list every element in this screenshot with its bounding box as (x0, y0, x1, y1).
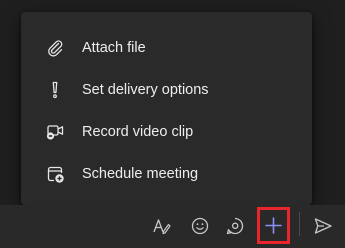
emoji-icon (191, 217, 209, 235)
emoji-button[interactable] (189, 215, 211, 237)
menu-item-label: Schedule meeting (82, 166, 199, 182)
video-clip-icon (46, 125, 64, 140)
loop-icon (226, 217, 244, 235)
send-button[interactable] (312, 215, 334, 237)
send-icon (314, 218, 332, 234)
messaging-actions-button[interactable] (257, 207, 290, 244)
format-button[interactable] (150, 215, 172, 237)
menu-item-label: Set delivery options (82, 82, 209, 98)
menu-item-schedule-meeting[interactable]: Schedule meeting (21, 153, 312, 195)
compose-area: Attach file Set delivery options Record … (0, 0, 345, 248)
messaging-actions-menu: Attach file Set delivery options Record … (21, 12, 312, 205)
menu-item-label: Attach file (82, 40, 146, 56)
calendar-add-icon (47, 166, 64, 183)
menu-item-label: Record video clip (82, 124, 194, 140)
menu-item-set-delivery-options[interactable]: Set delivery options (21, 69, 312, 111)
loop-component-button[interactable] (224, 215, 246, 237)
menu-item-record-video-clip[interactable]: Record video clip (21, 111, 312, 153)
exclamation-icon (52, 81, 58, 99)
plus-icon (265, 217, 282, 234)
paperclip-icon (48, 40, 63, 57)
toolbar-divider (299, 212, 300, 236)
menu-item-attach-file[interactable]: Attach file (21, 27, 312, 69)
format-icon (153, 219, 171, 235)
compose-toolbar (0, 205, 345, 248)
